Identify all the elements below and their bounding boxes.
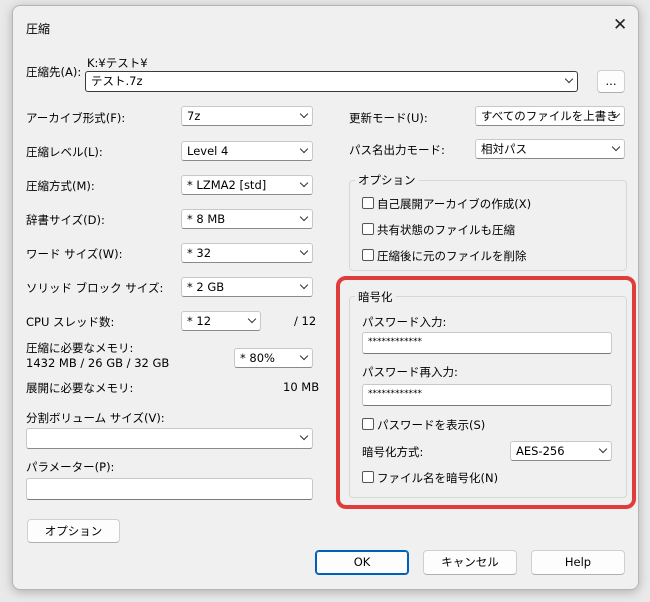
mem-extract-label: 展開に必要なメモリ: (26, 381, 134, 395)
method-label: 圧縮方式(M): (26, 179, 95, 193)
options-group-title: オプション (355, 172, 419, 188)
method-value: * LZMA2 [std] (187, 178, 267, 192)
chevron-down-icon (301, 216, 308, 223)
split-combo[interactable] (26, 428, 313, 449)
close-icon[interactable]: ✕ (613, 17, 627, 34)
method-select[interactable]: * LZMA2 [std] (181, 175, 313, 195)
dest-combo[interactable]: テスト.7z (85, 71, 578, 92)
dict-value: * 8 MB (187, 212, 226, 226)
sfx-checkbox[interactable] (362, 197, 374, 209)
split-label: 分割ボリューム サイズ(V): (26, 411, 165, 425)
chevron-down-icon (301, 284, 308, 291)
params-label: パラメーター(P): (26, 460, 115, 474)
path-mode-label: パス名出力モード: (349, 143, 445, 157)
browse-button[interactable]: ... (597, 70, 625, 93)
update-mode-label: 更新モード(U): (349, 111, 428, 125)
word-value: * 32 (187, 246, 212, 260)
params-input[interactable] (26, 478, 313, 500)
update-mode-select[interactable]: すべてのファイルを上書き (475, 106, 625, 126)
dict-select[interactable]: * 8 MB (181, 209, 313, 229)
dest-value: テスト.7z (91, 74, 143, 88)
word-select[interactable]: * 32 (181, 243, 313, 263)
ok-button[interactable]: OK (315, 550, 409, 575)
solid-select[interactable]: * 2 GB (181, 277, 313, 297)
mem-compress-label: 圧縮に必要なメモリ: (26, 341, 134, 355)
archive-format-label: アーカイブ形式(F): (26, 111, 126, 125)
delete-after-checkbox[interactable] (362, 249, 374, 261)
archive-format-value: 7z (187, 109, 201, 123)
cancel-button[interactable]: キャンセル (423, 550, 517, 575)
solid-label: ソリッド ブロック サイズ: (26, 281, 164, 295)
chevron-down-icon (301, 182, 308, 189)
mem-compress-detail: 1432 MB / 26 GB / 32 GB (26, 356, 170, 370)
highlight-box (336, 276, 636, 509)
level-select[interactable]: Level 4 (181, 141, 313, 161)
chevron-down-icon (249, 318, 256, 325)
chevron-down-icon (301, 250, 308, 257)
delete-after-label: 圧縮後に元のファイルを削除 (377, 249, 527, 263)
dest-label: 圧縮先(A): (26, 65, 82, 79)
compress-dialog: 圧縮 ✕ 圧縮先(A): K:¥テスト¥ テスト.7z ... アーカイブ形式(… (12, 5, 639, 590)
update-mode-value: すべてのファイルを上書き (481, 109, 618, 123)
archive-format-select[interactable]: 7z (181, 106, 313, 126)
shared-label: 共有状態のファイルも圧縮 (377, 223, 515, 237)
mem-compress-select[interactable]: * 80% (234, 348, 313, 368)
chevron-down-icon (301, 355, 308, 362)
dest-path: K:¥テスト¥ (87, 56, 148, 70)
cpu-value: * 12 (187, 314, 212, 328)
chevron-down-icon (301, 113, 308, 120)
mem-extract-value: 10 MB (283, 380, 320, 394)
sfx-label: 自己展開アーカイブの作成(X) (377, 197, 532, 211)
shared-checkbox[interactable] (362, 223, 374, 235)
window-title: 圧縮 (26, 22, 51, 36)
path-mode-value: 相対パス (481, 142, 527, 156)
cpu-max: / 12 (294, 314, 317, 328)
options-button[interactable]: オプション (27, 519, 120, 543)
level-value: Level 4 (187, 144, 229, 158)
cpu-label: CPU スレッド数: (26, 315, 115, 329)
chevron-down-icon (613, 146, 620, 153)
cpu-select[interactable]: * 12 (181, 311, 261, 331)
chevron-down-icon (566, 78, 573, 85)
path-mode-select[interactable]: 相対パス (475, 139, 625, 159)
word-label: ワード サイズ(W): (26, 247, 123, 261)
chevron-down-icon (301, 435, 308, 442)
level-label: 圧縮レベル(L): (26, 145, 103, 159)
solid-value: * 2 GB (187, 280, 225, 294)
help-button[interactable]: Help (531, 550, 625, 575)
chevron-down-icon (301, 148, 308, 155)
dict-label: 辞書サイズ(D): (26, 213, 105, 227)
chevron-down-icon (613, 113, 620, 120)
mem-compress-value: * 80% (240, 351, 275, 365)
